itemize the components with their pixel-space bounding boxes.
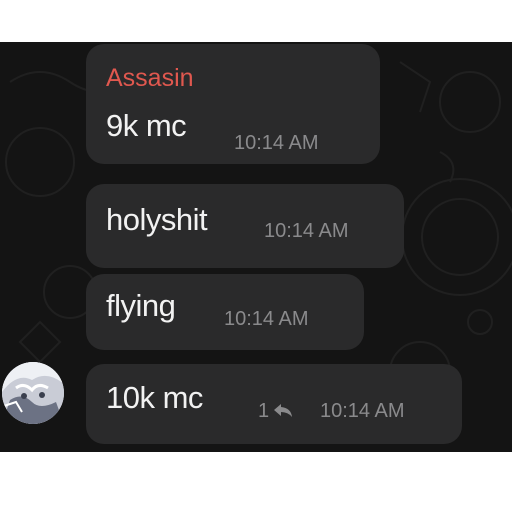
reply-arrow-icon[interactable] [272, 402, 294, 418]
message-time: 10:14 AM [224, 308, 309, 330]
sender-name[interactable]: Assasin [106, 64, 194, 92]
message-text: flying [106, 288, 176, 323]
message-time: 10:14 AM [264, 220, 349, 242]
message-bubble-3[interactable]: flying 10:14 AM [86, 274, 364, 350]
message-bubble-1[interactable]: Assasin 9k mc 10:14 AM [86, 44, 380, 164]
message-time: 10:14 AM [320, 400, 405, 422]
avatar-image [2, 362, 64, 424]
message-bubble-2[interactable]: holyshit 10:14 AM [86, 184, 404, 268]
message-text: 9k mc [106, 108, 187, 143]
message-bubble-4[interactable]: 10k mc 1 10:14 AM [86, 364, 462, 444]
message-text: 10k mc [106, 380, 203, 415]
chat-window: Assasin 9k mc 10:14 AM holyshit 10:14 AM… [0, 42, 512, 452]
message-text: holyshit [106, 202, 208, 237]
avatar[interactable] [2, 362, 64, 424]
message-time: 10:14 AM [234, 132, 319, 154]
reply-count[interactable]: 1 [258, 400, 269, 422]
